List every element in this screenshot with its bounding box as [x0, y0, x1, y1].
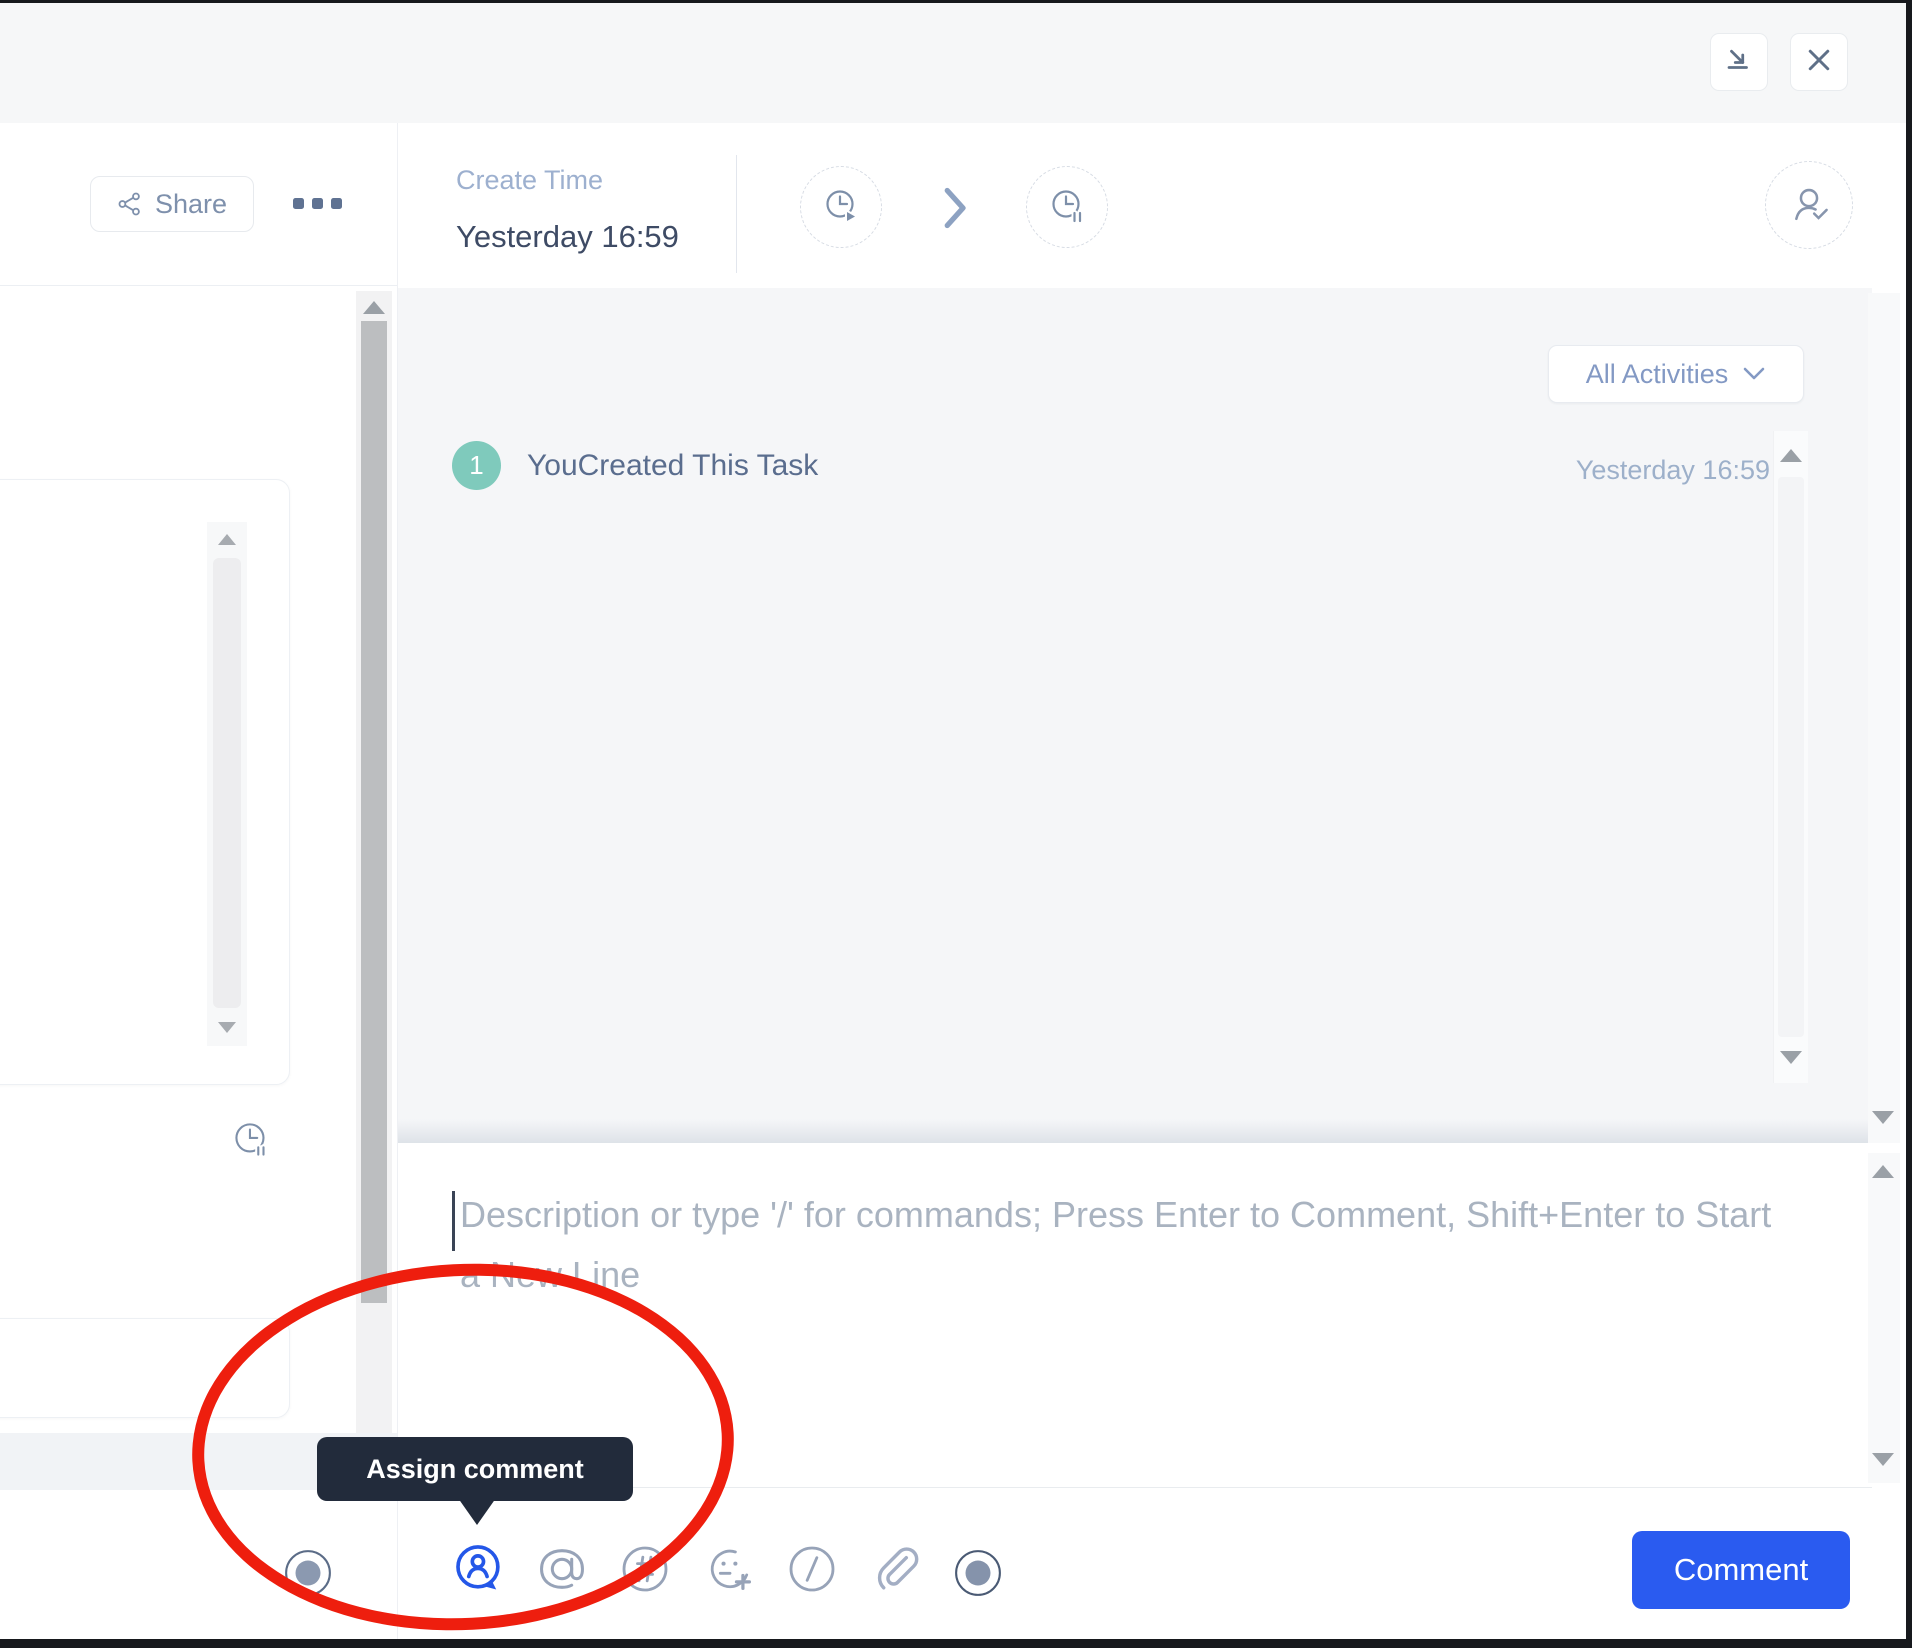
add-assignee-button[interactable] [1765, 161, 1853, 249]
header-divider [0, 285, 397, 286]
add-emoji-button[interactable] [702, 1541, 758, 1597]
scroll-down-arrow[interactable] [1872, 1111, 1894, 1124]
minimize-icon [1724, 45, 1754, 80]
slash-command-icon [784, 1541, 840, 1597]
assign-comment-button[interactable] [451, 1541, 507, 1597]
tag-icon [617, 1541, 673, 1597]
activity-filter-label: All Activities [1586, 359, 1729, 390]
close-icon [1804, 45, 1834, 80]
create-time-value: Yesterday 16:59 [456, 219, 679, 255]
scrollbar-thumb[interactable] [213, 558, 241, 1008]
chevron-right-icon [942, 187, 970, 234]
scroll-up-arrow[interactable] [1780, 449, 1802, 462]
comment-submit-button[interactable]: Comment [1632, 1531, 1850, 1609]
scroll-down-arrow[interactable] [1872, 1453, 1894, 1466]
card-scrollbar[interactable] [207, 522, 247, 1046]
share-button[interactable]: Share [90, 176, 254, 232]
tooltip-tail [458, 1498, 496, 1525]
ellipsis-icon [293, 198, 304, 209]
timer-start-clock-icon [817, 183, 865, 231]
activity-item-timestamp: Yesterday 16:59 [1490, 455, 1770, 486]
assignee-person-check-icon [1786, 182, 1832, 228]
stop-timer-button[interactable] [1026, 166, 1108, 248]
timer-clock-icon[interactable] [226, 1115, 276, 1170]
window-top-band [0, 3, 1906, 123]
close-button[interactable] [1790, 33, 1848, 91]
record-icon [953, 1548, 1003, 1598]
record-icon [283, 1548, 333, 1598]
activity-scrollbar[interactable] [1773, 431, 1808, 1083]
left-panel-card [0, 479, 290, 1085]
record-clip-button[interactable] [950, 1545, 1006, 1601]
slash-command-button[interactable] [784, 1541, 840, 1597]
page-scrollbar[interactable] [1868, 293, 1900, 1143]
activity-panel [398, 288, 1872, 1143]
left-panel-card-small [0, 1318, 290, 1418]
more-options-button[interactable] [293, 198, 342, 209]
tooltip-label: Assign comment [366, 1454, 584, 1485]
scroll-up-arrow[interactable] [1872, 1165, 1894, 1178]
activity-avatar: 1 [452, 441, 501, 490]
attachment-icon [867, 1541, 923, 1597]
scrollbar-thumb[interactable] [361, 321, 387, 1303]
timer-stop-clock-icon [1043, 183, 1091, 231]
share-button-label: Share [155, 189, 227, 220]
composer-scrollbar[interactable] [1868, 1153, 1900, 1483]
tag-button[interactable] [617, 1541, 673, 1597]
minimize-button[interactable] [1710, 33, 1768, 91]
chevron-down-icon [1742, 366, 1766, 382]
scroll-down-arrow[interactable] [1780, 1051, 1802, 1064]
text-cursor [452, 1191, 455, 1251]
attachment-button[interactable] [867, 1541, 923, 1597]
mention-icon [534, 1541, 590, 1597]
add-emoji-icon [702, 1541, 758, 1597]
comment-input[interactable]: Description or type '/' for commands; Pr… [460, 1185, 1780, 1305]
scrollbar-thumb[interactable] [1778, 477, 1804, 1037]
mention-button[interactable] [534, 1541, 590, 1597]
scroll-up-arrow[interactable] [218, 534, 236, 545]
share-icon [117, 191, 143, 217]
assign-comment-tooltip: Assign comment [317, 1437, 633, 1501]
header-vertical-divider [736, 155, 737, 273]
start-timer-button[interactable] [800, 166, 882, 248]
activity-item-text: YouCreated This Task [527, 449, 818, 483]
scroll-down-arrow[interactable] [218, 1022, 236, 1033]
assign-comment-icon [451, 1541, 507, 1597]
record-button[interactable] [280, 1545, 336, 1601]
scroll-up-arrow[interactable] [363, 301, 385, 314]
task-modal-window: Share Create Time Yesterday 16:59 [0, 3, 1906, 1639]
left-panel-scrollbar[interactable] [356, 291, 392, 1433]
create-time-label: Create Time [456, 165, 603, 196]
activity-filter-dropdown[interactable]: All Activities [1548, 345, 1804, 403]
